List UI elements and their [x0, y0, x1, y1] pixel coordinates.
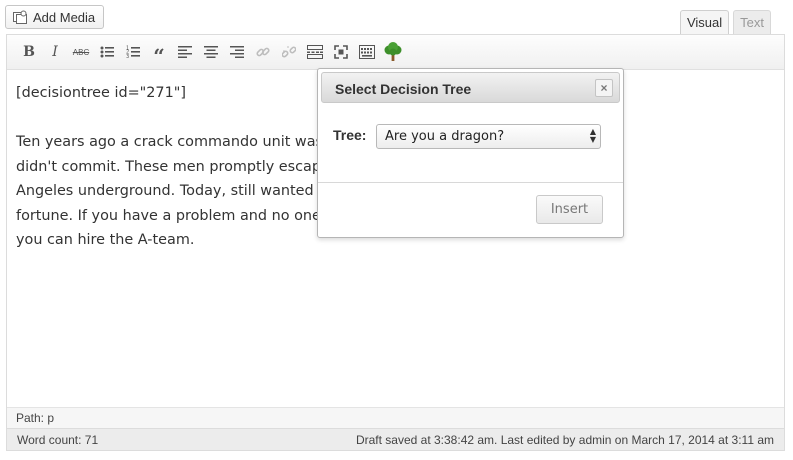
status-bar: Word count: 71 Draft saved at 3:38:42 am… — [7, 428, 784, 450]
unlink-icon — [282, 46, 296, 58]
align-left-icon — [178, 46, 192, 58]
bullet-list-icon — [100, 46, 114, 58]
insert-more-button[interactable] — [302, 39, 328, 65]
add-media-label: Add Media — [33, 9, 96, 25]
italic-icon: I — [52, 44, 58, 60]
word-count: Word count: 71 — [17, 432, 99, 447]
numbered-list-button[interactable]: 1 2 3 — [120, 39, 146, 65]
fullscreen-icon — [334, 45, 348, 59]
dialog-title: Select Decision Tree — [335, 81, 472, 97]
strikethrough-button[interactable]: ABC — [68, 39, 94, 65]
bold-button[interactable]: B — [16, 39, 42, 65]
insert-button[interactable]: Insert — [536, 195, 603, 224]
tree-select-value: Are you a dragon? — [385, 129, 505, 144]
media-icon — [13, 10, 28, 25]
draft-status: Draft saved at 3:38:42 am. Last edited b… — [355, 432, 774, 447]
link-icon — [256, 47, 270, 57]
dialog-header: Select Decision Tree × — [321, 72, 620, 103]
insert-link-button[interactable] — [250, 39, 276, 65]
tab-visual[interactable]: Visual — [679, 10, 730, 34]
align-left-button[interactable] — [172, 39, 198, 65]
blockquote-button[interactable]: “ — [146, 39, 172, 68]
align-center-button[interactable] — [198, 39, 224, 65]
tab-text[interactable]: Text — [733, 10, 771, 34]
dialog-close-button[interactable]: × — [595, 79, 613, 97]
strikethrough-icon: ABC — [72, 47, 90, 57]
tree-select[interactable]: Are you a dragon? ▲ ▼ — [376, 124, 601, 149]
blockquote-icon: “ — [153, 44, 165, 68]
editor-mode-tabs: Visual Text — [679, 10, 771, 34]
remove-link-button[interactable] — [276, 39, 302, 65]
bullet-list-button[interactable] — [94, 39, 120, 65]
align-center-icon — [204, 46, 218, 58]
insert-more-icon — [307, 45, 323, 59]
select-arrows-icon: ▲ ▼ — [589, 127, 596, 144]
dialog-divider — [318, 182, 623, 183]
select-decision-tree-dialog: Select Decision Tree × Tree: Are you a d… — [317, 68, 624, 238]
close-icon: × — [600, 81, 608, 95]
kitchen-sink-icon — [359, 45, 375, 59]
align-right-button[interactable] — [224, 39, 250, 65]
align-right-icon — [230, 46, 244, 58]
italic-button[interactable]: I — [42, 39, 68, 65]
kitchen-sink-button[interactable] — [354, 39, 380, 65]
element-path: Path: p — [7, 407, 784, 428]
decision-tree-button[interactable] — [380, 39, 406, 65]
tree-icon — [384, 42, 402, 61]
bold-icon: B — [23, 44, 35, 60]
fullscreen-button[interactable] — [328, 39, 354, 65]
svg-text:3: 3 — [126, 54, 129, 59]
editor-toolbar: B I ABC 1 2 3 “ — [7, 35, 784, 70]
add-media-button[interactable]: Add Media — [5, 5, 104, 29]
numbered-list-icon: 1 2 3 — [126, 46, 140, 59]
tree-field-label: Tree: — [333, 127, 367, 143]
